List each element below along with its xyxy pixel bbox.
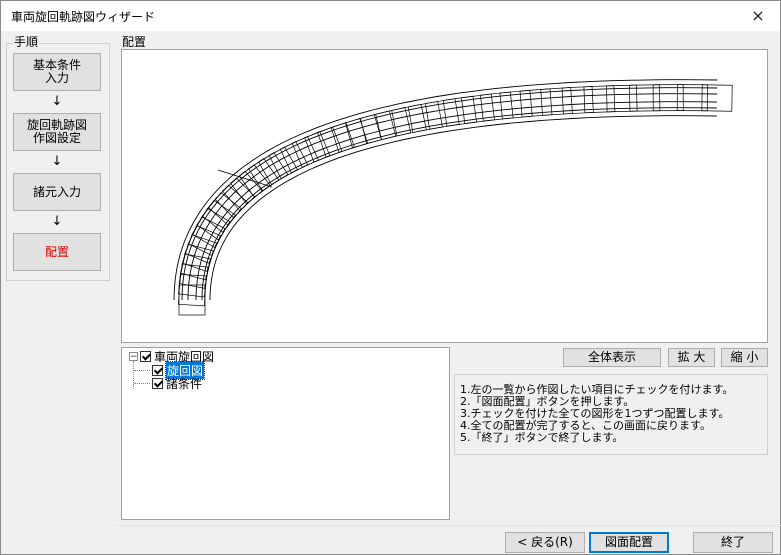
finish-button[interactable]: 終了 xyxy=(693,532,773,553)
layout-preview-canvas[interactable] xyxy=(121,49,768,343)
step-arrow-icon: ↓ xyxy=(51,154,63,169)
trajectory-stroke xyxy=(187,93,718,301)
zoom-out-button[interactable]: 縮 小 xyxy=(721,348,768,367)
trajectory-stroke xyxy=(178,284,206,316)
tree-node-conditions[interactable]: 諸条件 xyxy=(152,376,203,391)
tree-line xyxy=(134,370,150,371)
window-title: 車両旋回軌跡図ウィザード xyxy=(11,10,156,24)
step-drawing-settings-button[interactable]: 旋回軌跡図 作図設定 xyxy=(13,113,101,151)
trajectory-stroke xyxy=(291,131,331,168)
zoom-in-button[interactable]: 拡 大 xyxy=(668,348,715,367)
trajectory-stroke xyxy=(676,84,708,112)
wizard-window: 車両旋回軌跡図ウィザード × 手順 基本条件 入力 ↓ 旋回軌跡図 作図設定 ↓… xyxy=(0,0,781,555)
step-basic-conditions-button[interactable]: 基本条件 入力 xyxy=(13,53,101,91)
tree-node-conditions-label: 諸条件 xyxy=(166,376,203,391)
layout-label: 配置 xyxy=(122,35,147,49)
trajectory-stroke xyxy=(279,135,319,174)
tree-line xyxy=(134,383,150,384)
checkbox-turning[interactable] xyxy=(152,364,163,376)
trajectory-stroke xyxy=(629,84,661,112)
trajectory-stroke xyxy=(201,107,717,301)
collapse-icon[interactable]: − xyxy=(129,351,138,361)
close-icon[interactable]: × xyxy=(736,1,780,31)
trajectory-stroke xyxy=(181,87,718,301)
back-button[interactable]: < 戻る(R) xyxy=(505,532,585,553)
trajectory-stroke xyxy=(195,101,717,301)
trajectory-stroke xyxy=(209,115,717,301)
tree-line xyxy=(133,361,134,389)
trajectory-stroke xyxy=(701,84,733,112)
trajectory-stroke xyxy=(173,79,718,301)
trajectory-stroke xyxy=(248,152,289,192)
title-bar: 車両旋回軌跡図ウィザード × xyxy=(1,1,780,31)
step-arrow-icon: ↓ xyxy=(51,94,63,109)
step-placement-button[interactable]: 配置 xyxy=(13,233,101,271)
turning-trajectory-drawing xyxy=(173,79,733,316)
step-specs-input-button[interactable]: 諸元入力 xyxy=(13,173,101,211)
trajectory-stroke xyxy=(652,84,684,112)
trajectory-stroke xyxy=(375,107,412,140)
step-arrow-icon: ↓ xyxy=(51,214,63,229)
fit-all-button[interactable]: 全体表示 xyxy=(563,348,661,367)
checkbox-root[interactable] xyxy=(140,350,151,362)
checkbox-conditions[interactable] xyxy=(152,377,163,389)
item-tree[interactable]: − 車両旋回図 旋回図 諸条件 xyxy=(121,347,450,520)
steps-group-label: 手順 xyxy=(13,33,40,50)
place-drawing-button[interactable]: 図面配置 xyxy=(589,532,669,553)
instructions-box: 1.左の一覧から作図したい項目にチェックを付けます。 2.「図面配置」ボタンを押… xyxy=(454,374,768,455)
footer-divider xyxy=(115,525,781,526)
instruction-line: 5.「終了」ボタンで終了します。 xyxy=(460,431,624,444)
